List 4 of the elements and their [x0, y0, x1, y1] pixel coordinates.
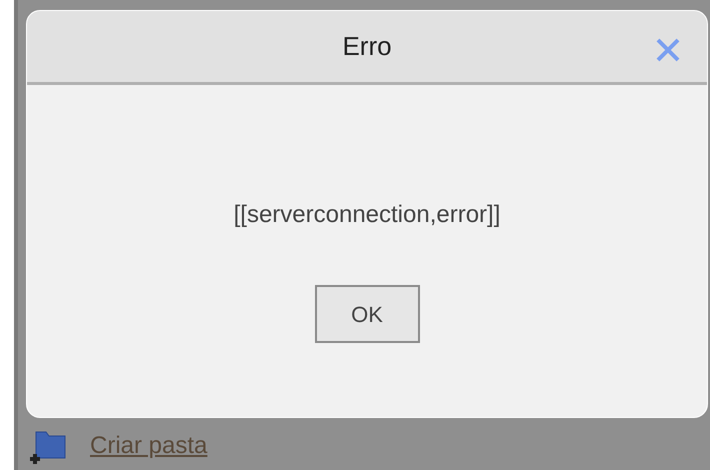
- close-icon: [655, 37, 681, 63]
- dialog-title: Erro: [342, 30, 392, 63]
- dialog-message: [[serverconnection,error]]: [234, 200, 500, 230]
- ok-button[interactable]: OK: [314, 285, 420, 343]
